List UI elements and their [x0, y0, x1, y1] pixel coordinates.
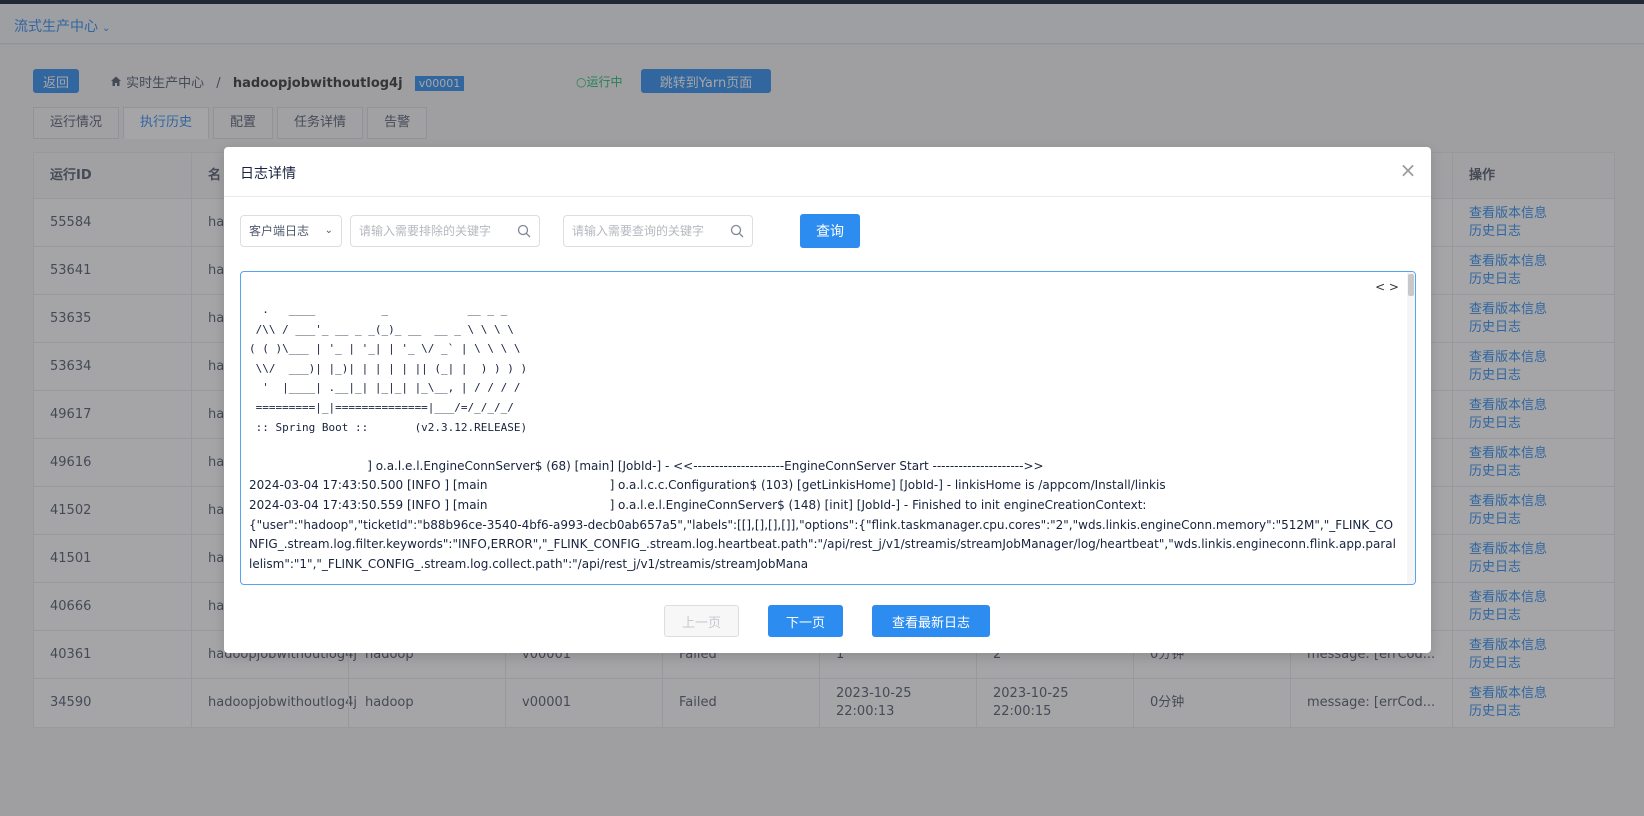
log-line: ' |____| .__|_| |_|_| |_\__, | / / / / — [249, 381, 521, 395]
log-scrollbar[interactable] — [1407, 272, 1415, 584]
exclude-keyword-input[interactable] — [351, 216, 539, 246]
chevron-down-icon: ⌄ — [324, 225, 333, 236]
next-page-button[interactable]: 下一页 — [768, 605, 843, 637]
log-type-select[interactable]: 客户端日志 ⌄ — [240, 215, 342, 247]
log-line: 2024-03-04 17:43:50.500 [INFO ] [main ] … — [249, 478, 1166, 493]
modal-title: 日志详情 — [240, 166, 296, 182]
prev-page-button[interactable]: 上一页 — [664, 605, 739, 637]
log-line: \\/ ___)| |_)| | | | | || (_| | ) ) ) ) — [249, 361, 528, 375]
modal-header: 日志详情 × — [224, 147, 1431, 197]
log-line: =========|_|==============|___/=/_/_/_/ — [249, 400, 514, 414]
log-type-value: 客户端日志 — [249, 224, 310, 238]
close-icon[interactable]: × — [1397, 159, 1419, 181]
log-line: 2024-03-04 17:43:50.559 [INFO ] [main ] … — [249, 497, 1147, 512]
log-line: ( ( )\___ | '_ | '_| | '_ \/ _` | \ \ \ … — [249, 342, 521, 356]
scrollbar-thumb[interactable] — [1408, 274, 1414, 296]
log-nav-arrows[interactable]: < > — [1375, 280, 1399, 294]
log-content: . ____ _ __ _ _ /\\ / ___'_ __ _ _(_)_ _… — [249, 300, 1399, 574]
log-details-modal: 日志详情 × 客户端日志 ⌄ 查询 < > . ____ _ __ _ _ /\… — [224, 147, 1431, 653]
search-icon[interactable] — [730, 224, 744, 238]
log-line: ] o.a.l.e.l.EngineConnServer$ (68) [main… — [249, 458, 1044, 473]
log-line: /\\ / ___'_ __ _ _(_)_ __ __ _ \ \ \ \ — [249, 322, 514, 336]
log-line: . ____ _ __ _ _ — [249, 303, 508, 316]
include-keyword-input[interactable] — [564, 216, 752, 246]
log-viewer[interactable]: < > . ____ _ __ _ _ /\\ / ___'_ __ _ _(_… — [240, 271, 1416, 585]
query-button[interactable]: 查询 — [800, 214, 860, 248]
include-keyword-field — [563, 215, 753, 247]
log-line: :: Spring Boot :: (v2.3.12.RELEASE) — [249, 420, 528, 434]
log-line: {"user":"hadoop","ticketId":"b88b96ce-35… — [249, 517, 1396, 571]
search-icon[interactable] — [517, 224, 531, 238]
view-latest-log-button[interactable]: 查看最新日志 — [872, 605, 990, 637]
exclude-keyword-field — [350, 215, 540, 247]
